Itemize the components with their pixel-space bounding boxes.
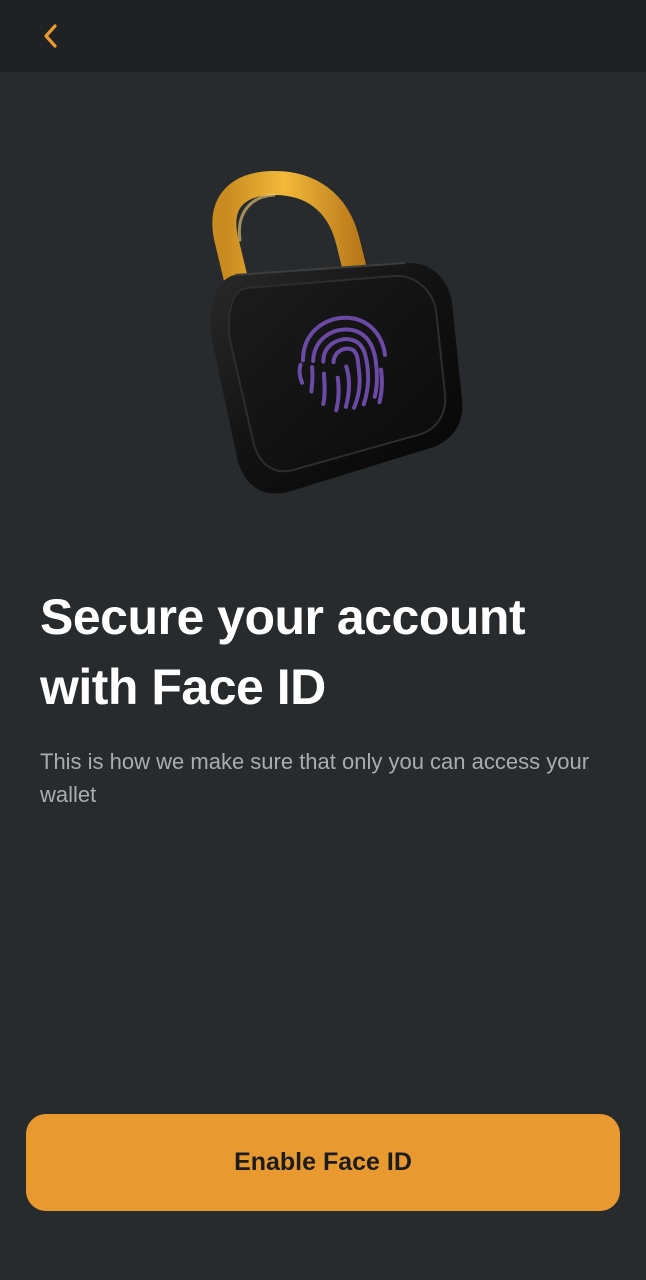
enable-face-id-button[interactable]: Enable Face ID [26, 1114, 620, 1211]
padlock-fingerprint-illustration [210, 170, 463, 494]
chevron-left-icon [44, 24, 57, 48]
page-subtitle: This is how we make sure that only you c… [40, 749, 590, 807]
back-button[interactable] [30, 14, 74, 58]
top-bar [0, 0, 646, 72]
page-title: Secure your account with Face ID [40, 589, 526, 715]
